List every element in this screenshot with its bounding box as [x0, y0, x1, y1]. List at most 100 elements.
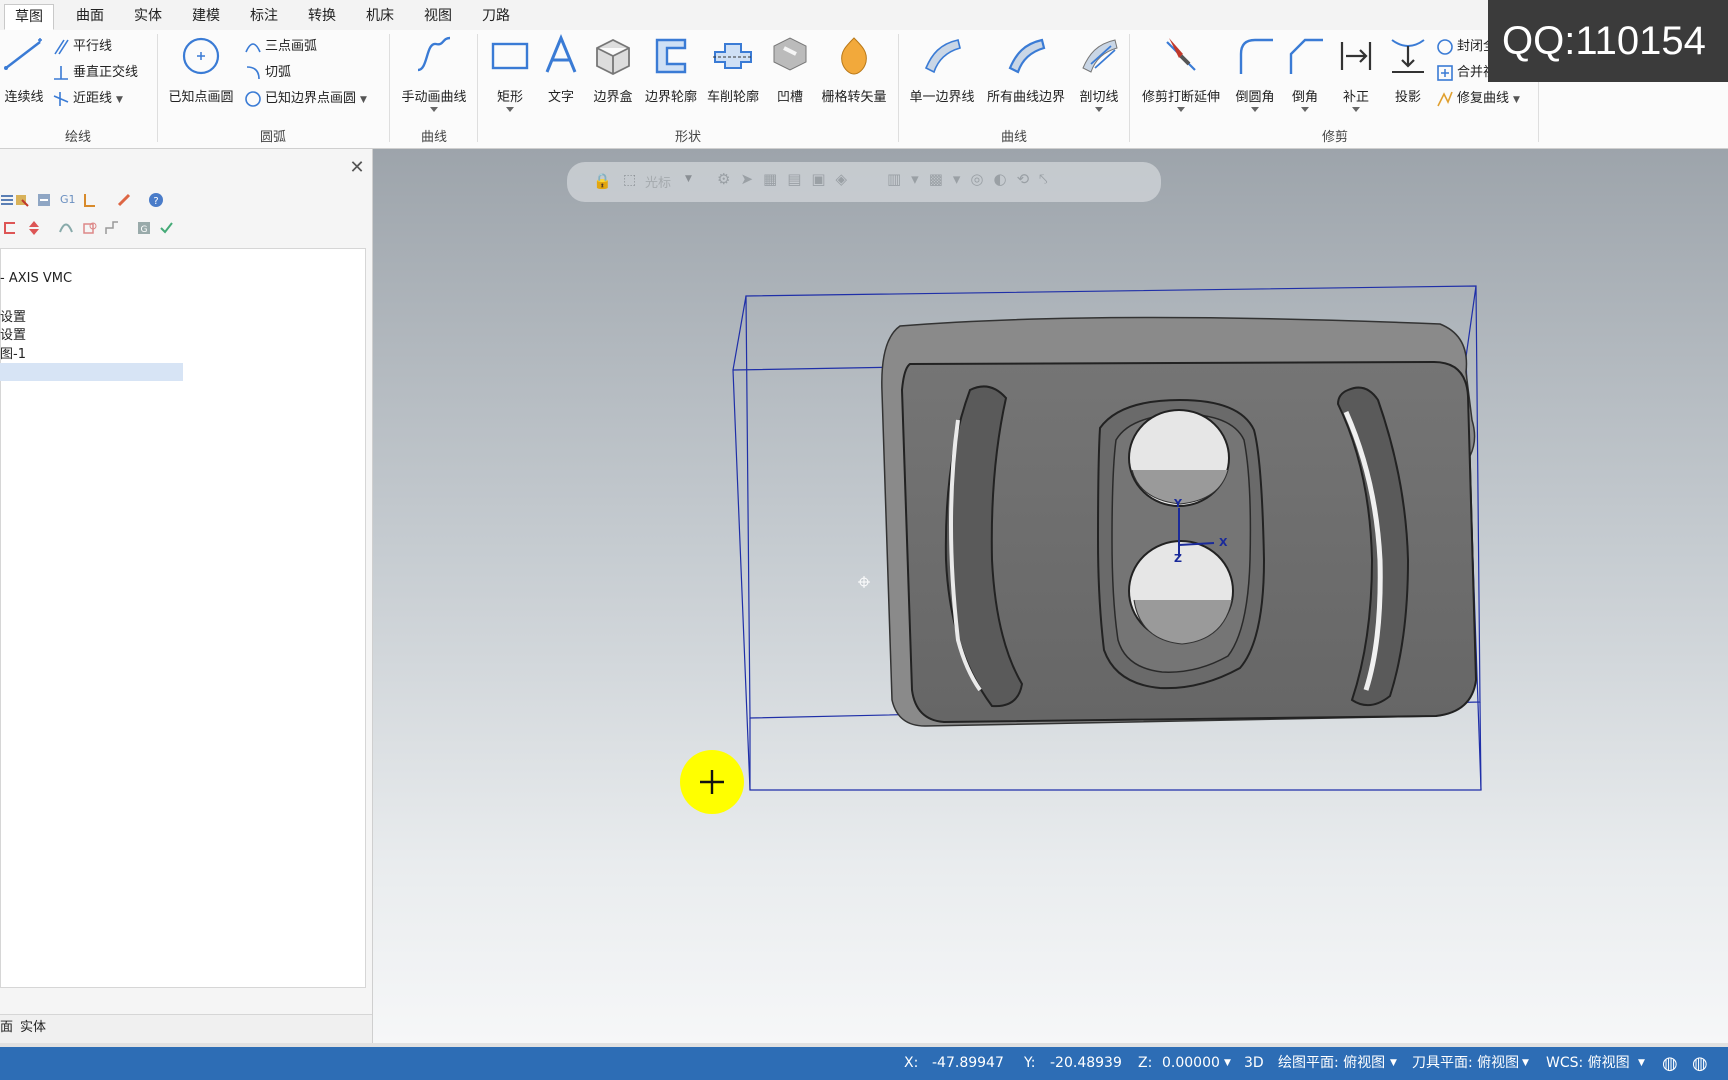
move-up-down-icon[interactable] [26, 220, 42, 236]
tab-transform[interactable]: 转换 [298, 4, 346, 30]
tree-item-selected[interactable] [0, 363, 183, 381]
arc-3-point-button[interactable]: 三点画弧 [244, 36, 317, 58]
trim-break-extend-label: 修剪打断延伸 [1141, 90, 1220, 105]
bottom-tab-plane[interactable]: 面 [0, 1015, 13, 1041]
status-wcs[interactable]: WCS: 俯视图 [1546, 1047, 1630, 1080]
one-edge-curve-button[interactable]: 单一边界线 [904, 34, 980, 105]
group-label-curve2: 曲线 [1000, 130, 1027, 145]
toggle-posting-icon[interactable] [104, 220, 120, 236]
highlight-toolpath-icon[interactable] [116, 192, 132, 208]
bounding-box-icon [596, 38, 630, 76]
parallel-line-button[interactable]: 平行线 [52, 36, 112, 58]
status-construction-plane[interactable]: 绘图平面: 俯视图 [1278, 1047, 1385, 1080]
group-label-shape: 形状 [674, 130, 701, 145]
tree-item-group-1[interactable]: 图-1 [0, 343, 26, 362]
repair-curve-label: 修复曲线 [1457, 91, 1510, 106]
tab-solid[interactable]: 实体 [124, 4, 172, 30]
group-label-draw-line: 绘线 [64, 130, 91, 145]
tab-machine[interactable]: 机床 [356, 4, 404, 30]
parallel-line-label: 平行线 [73, 39, 113, 54]
text-a-icon [545, 34, 577, 73]
chevron-down-icon[interactable]: ▼ [1390, 1047, 1397, 1080]
qq-overlay: QQ:110154 [1488, 0, 1728, 82]
one-edge-curve-icon [924, 39, 961, 74]
turn-profile-icon [713, 43, 753, 69]
raster-to-vector-button[interactable]: 栅格转矢量 [816, 34, 892, 105]
trim-break-extend-icon [1166, 38, 1196, 71]
tab-surface[interactable]: 曲面 [66, 4, 114, 30]
post-selected-icon[interactable] [82, 192, 98, 208]
rectangle-icon [491, 42, 529, 70]
operations-tree [0, 248, 366, 988]
regenerate-icon[interactable] [36, 192, 52, 208]
slice-button[interactable]: 剖切线 [1072, 34, 1126, 112]
chevron-down-icon[interactable]: ▼ [1224, 1047, 1231, 1080]
dropdown-arrow-icon [430, 107, 438, 112]
panel-bottom-tabs: 面 实体 [0, 1014, 372, 1043]
chevron-down-icon[interactable]: ▼ [1638, 1047, 1645, 1080]
tree-item-setup-2[interactable]: 设置 [0, 324, 26, 343]
perpendicular-line-button[interactable]: 垂直正交线 [52, 62, 138, 84]
all-curve-edges-button[interactable]: 所有曲线边界 [982, 34, 1070, 105]
insert-arrow-icon[interactable] [2, 220, 18, 236]
dropdown-arrow-icon [1177, 107, 1185, 112]
bottom-tab-solids[interactable]: 实体 [20, 1015, 46, 1041]
raster-to-vector-label: 栅格转矢量 [821, 90, 887, 105]
bounding-box-label: 边界盒 [593, 90, 633, 105]
select-failed-icon[interactable] [14, 192, 30, 208]
verify-icon[interactable] [158, 220, 174, 236]
toggle-display-icon[interactable] [82, 220, 98, 236]
status-3d-toggle[interactable]: 3D [1244, 1047, 1264, 1080]
turn-profile-button[interactable]: 车削轮廓 [704, 34, 762, 105]
axis-y-label: Y [1174, 497, 1182, 510]
tab-annotate[interactable]: 标注 [240, 4, 288, 30]
help-icon[interactable]: ? [148, 192, 164, 208]
project-icon [1391, 39, 1425, 73]
closest-line-button[interactable]: 近距线 ▼ [52, 88, 123, 110]
text-button[interactable]: 文字 [538, 34, 584, 105]
tab-toolpath[interactable]: 刀路 [472, 4, 520, 30]
svg-text:G: G [141, 225, 148, 235]
project-button[interactable]: 投影 [1384, 34, 1432, 105]
fillet-button[interactable]: 倒圆角 [1230, 34, 1280, 112]
polyline-button[interactable]: 连续线 [0, 34, 48, 105]
groove-icon [773, 37, 807, 71]
ribbon-tab-bar: 草图 曲面 实体 建模 标注 转换 机床 视图 刀路 [0, 0, 1728, 31]
globe-icon[interactable]: ◍ [1662, 1047, 1678, 1080]
manual-spline-button[interactable]: 手动画曲线 [396, 34, 472, 112]
arc-tangent-button[interactable]: 切弧 [244, 62, 291, 84]
status-tool-plane[interactable]: 刀具平面: 俯视图 [1412, 1047, 1519, 1080]
lock-toolpath-icon[interactable] [58, 220, 74, 236]
one-edge-curve-label: 单一边界线 [909, 90, 975, 105]
offset-button[interactable]: 补正 [1332, 34, 1380, 112]
groove-button[interactable]: 凹槽 [766, 34, 814, 105]
globe-shaded-icon[interactable]: ◍ [1692, 1047, 1708, 1080]
raster-to-vector-icon [841, 37, 867, 75]
close-icon[interactable]: ✕ [347, 158, 367, 178]
nc-file-icon[interactable]: G [136, 220, 152, 236]
status-y-label: Y: [1024, 1055, 1036, 1071]
g1-icon[interactable]: G1 [60, 193, 76, 206]
tree-item-setup-1[interactable]: 设置 [0, 306, 26, 325]
fillet-label: 倒圆角 [1235, 90, 1275, 105]
chamfer-button[interactable]: 倒角 [1282, 34, 1328, 112]
tab-view[interactable]: 视图 [414, 4, 462, 30]
silhouette-boundary-icon [655, 38, 687, 74]
rectangle-button[interactable]: 矩形 [486, 34, 534, 112]
silhouette-boundary-button[interactable]: 边界轮廓 [640, 34, 702, 105]
text-label: 文字 [547, 90, 574, 105]
tree-item-machine[interactable]: - AXIS VMC [0, 271, 72, 286]
bounding-box-button[interactable]: 边界盒 [588, 34, 638, 105]
spline-icon [417, 36, 451, 72]
cad-part-view[interactable] [373, 149, 1728, 1043]
trim-break-extend-button[interactable]: 修剪打断延伸 [1134, 34, 1228, 112]
repair-curve-button[interactable]: 修复曲线 ▼ [1436, 88, 1520, 110]
chevron-down-icon[interactable]: ▼ [1522, 1047, 1529, 1080]
status-z-label: Z: [1138, 1055, 1153, 1071]
arc-3-point-label: 三点画弧 [265, 39, 318, 54]
circle-edge-point-button[interactable]: 已知边界点画圆 ▼ [244, 88, 367, 110]
group-label-trim: 修剪 [1321, 130, 1348, 145]
circle-center-point-button[interactable]: 已知点画圆 [164, 34, 238, 105]
tab-model[interactable]: 建模 [182, 4, 230, 30]
tab-sketch[interactable]: 草图 [4, 4, 54, 30]
